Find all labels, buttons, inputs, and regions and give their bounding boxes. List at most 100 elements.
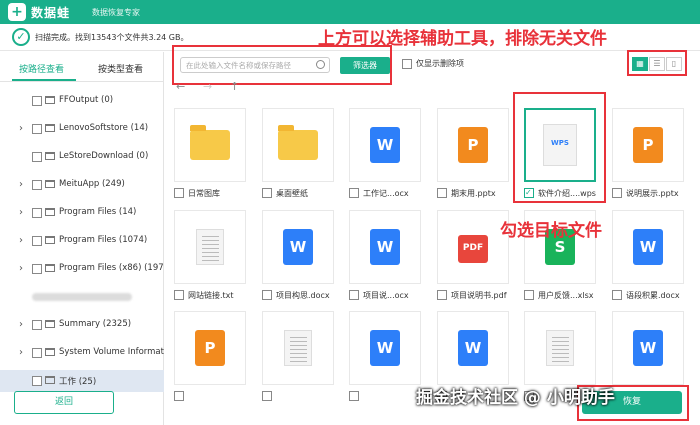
chevron-right-icon[interactable]: › (19, 207, 23, 218)
file-checkbox[interactable] (262, 188, 272, 198)
tree-row[interactable]: › MeituApp (249) (0, 174, 164, 196)
folder-icon (190, 125, 230, 160)
file-tile[interactable]: W (612, 311, 684, 385)
tree-checkbox[interactable] (32, 264, 42, 274)
tree-checkbox[interactable] (32, 124, 42, 134)
tree-checkbox[interactable] (32, 236, 42, 246)
only-deleted-toggle[interactable]: 仅显示删除项 (402, 58, 464, 69)
file-name: 说明展示.pptx (626, 189, 679, 198)
file-checkbox[interactable] (174, 188, 184, 198)
file-name: 项目说...ocx (363, 291, 409, 300)
redacted-label (32, 293, 132, 301)
file-checkbox[interactable] (437, 290, 447, 300)
tree-row[interactable]: › Program Files (14) (0, 202, 164, 224)
tree-checkbox[interactable] (32, 348, 42, 358)
tree-checkbox[interactable] (32, 96, 42, 106)
tree-row[interactable]: 工作 (25) (0, 370, 164, 392)
file-checkbox[interactable] (262, 290, 272, 300)
word-glyph: W (376, 238, 394, 256)
folder-icon (45, 96, 55, 104)
file-checkbox[interactable] (174, 290, 184, 300)
folder-icon (278, 125, 318, 160)
file-tile[interactable]: W (437, 311, 509, 385)
file-checkbox[interactable] (524, 290, 534, 300)
chevron-right-icon[interactable]: › (19, 235, 23, 246)
active-tab-indicator (12, 79, 76, 81)
chevron-right-icon[interactable]: › (19, 123, 23, 134)
file-checkbox[interactable] (349, 290, 359, 300)
file-tile[interactable]: W (349, 108, 421, 182)
file-checkbox[interactable] (349, 188, 359, 198)
tree-label: Program Files (14) (59, 207, 137, 217)
file-tile[interactable] (262, 311, 334, 385)
forward-arrow-icon[interactable]: → (203, 80, 212, 93)
tree-label: Summary (2325) (59, 319, 132, 329)
up-arrow-icon[interactable]: ↑ (230, 80, 239, 93)
tree-checkbox[interactable] (32, 208, 42, 218)
chevron-right-icon[interactable]: › (19, 319, 23, 330)
folder-icon (45, 348, 55, 356)
file-checkbox[interactable] (612, 188, 622, 198)
only-deleted-checkbox[interactable] (402, 58, 412, 69)
file-checkbox[interactable] (612, 290, 622, 300)
tree-row[interactable]: › Program Files (1074) (0, 230, 164, 252)
tree-checkbox[interactable] (32, 152, 42, 162)
folder-icon (45, 180, 55, 188)
file-tile[interactable] (174, 108, 246, 182)
chevron-right-icon[interactable]: › (19, 179, 23, 190)
tree-row[interactable] (0, 286, 164, 308)
file-tile[interactable] (524, 311, 596, 385)
file-tile[interactable]: P (437, 108, 509, 182)
back-button[interactable]: 返回 (14, 391, 114, 414)
scan-status-text: 扫描完成。找到13543个文件共3.24 GB。 (35, 33, 189, 42)
tab-by-path[interactable]: 按路径查看 (19, 62, 64, 75)
tree-checkbox[interactable] (32, 180, 42, 190)
text-file-icon (284, 330, 312, 366)
file-checkbox[interactable] (437, 188, 447, 198)
word-glyph: W (639, 339, 657, 357)
file-tile[interactable]: PDF (437, 210, 509, 284)
ppt-file-icon: P (458, 127, 488, 163)
file-checkbox[interactable] (262, 391, 272, 401)
file-tile[interactable]: W (349, 210, 421, 284)
chevron-right-icon[interactable]: › (19, 347, 23, 358)
back-arrow-icon[interactable]: ← (176, 80, 185, 93)
tree-row[interactable]: › LenovoSoftstore (14) (0, 118, 164, 140)
word-glyph: W (376, 136, 394, 154)
tree-row[interactable]: LeStoreDownload (0) (0, 146, 164, 168)
file-tile[interactable] (174, 210, 246, 284)
check-circle-icon: ✓ (12, 28, 30, 46)
file-tile[interactable]: P (612, 108, 684, 182)
tab-by-type[interactable]: 按类型查看 (98, 62, 143, 75)
tree-checkbox[interactable] (32, 376, 42, 386)
chevron-right-icon[interactable]: › (19, 263, 23, 274)
folder-icon (45, 376, 55, 384)
folder-icon (45, 152, 55, 160)
tree-label: LenovoSoftstore (14) (59, 123, 149, 133)
file-tile[interactable] (262, 108, 334, 182)
folder-icon (45, 320, 55, 328)
tree-row[interactable]: FFOutput (0) (0, 90, 164, 112)
tree-checkbox[interactable] (32, 320, 42, 330)
ppt-glyph: P (204, 339, 216, 357)
file-checkbox[interactable] (174, 391, 184, 401)
tree-label: FFOutput (0) (59, 95, 114, 105)
tree-row[interactable]: › Program Files (x86) (1976 (0, 258, 164, 280)
text-file-icon (196, 229, 224, 265)
tree-label: LeStoreDownload (0) (59, 151, 149, 161)
file-checkbox[interactable] (349, 391, 359, 401)
word-glyph: W (289, 238, 307, 256)
only-deleted-label: 仅显示删除项 (416, 59, 464, 68)
tree-row[interactable]: › System Volume Informati (0, 342, 164, 364)
file-tile[interactable]: W (612, 210, 684, 284)
annotation-select: 勾选目标文件 (500, 221, 602, 241)
file-name: 日常图库 (188, 189, 220, 198)
file-name: 项目构思.docx (276, 291, 330, 300)
app-subtitle: 数据恢复专家 (92, 8, 140, 17)
file-name: 用户反馈...xlsx (538, 291, 594, 300)
file-tile[interactable]: W (349, 311, 421, 385)
tree-row[interactable]: › Summary (2325) (0, 314, 164, 336)
word-file-icon: W (283, 229, 313, 265)
file-tile[interactable]: W (262, 210, 334, 284)
file-tile[interactable]: P (174, 311, 246, 385)
